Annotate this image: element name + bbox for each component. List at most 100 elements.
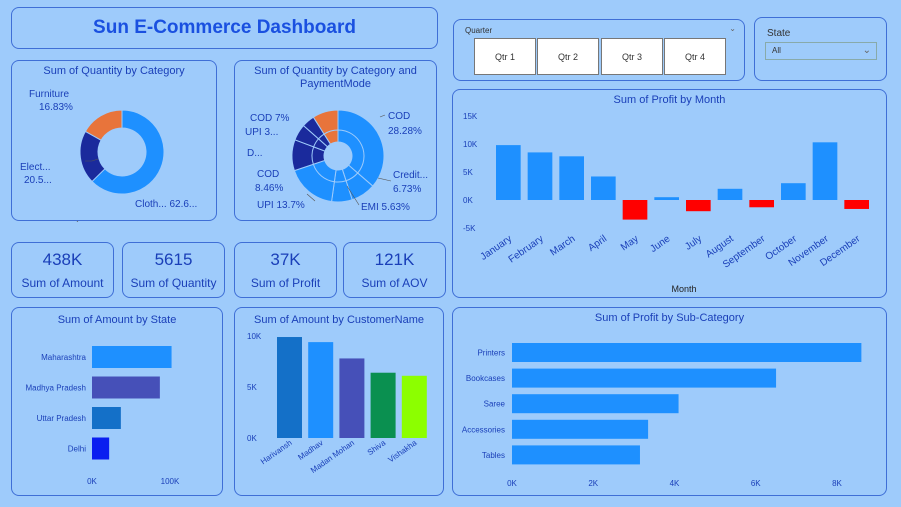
- quarter-option-qtr4[interactable]: Qtr 4: [664, 38, 726, 75]
- quarter-option-qtr2[interactable]: Qtr 2: [537, 38, 599, 75]
- state-slicer-label: State: [767, 28, 791, 39]
- bar-march[interactable]: [559, 156, 584, 200]
- kpi-value: 37K: [270, 250, 301, 269]
- bar-madhav[interactable]: [308, 342, 334, 438]
- quarter-slicer: Quarter ⌄ Qtr 1 Qtr 2 Qtr 3 Qtr 4: [453, 19, 745, 81]
- label-cod-right: COD: [388, 111, 410, 122]
- bar-delhi[interactable]: [92, 437, 110, 460]
- x-tick-label: 0K: [87, 477, 97, 486]
- label-furniture-pct: 16.83%: [39, 102, 73, 113]
- quantity-by-category-paymentmode-chart: Sum of Quantity by Category and PaymentM…: [234, 60, 437, 221]
- x-tick-label: June: [648, 233, 672, 255]
- bar-chart-svg: Printers Bookcases Saree Accessories Tables 0…: [462, 343, 862, 488]
- y-tick-label: Uttar Pradesh: [37, 414, 86, 423]
- y-tick-label: Bookcases: [466, 374, 505, 383]
- kpi-label: Sum of Amount: [21, 276, 104, 290]
- profit-by-subcategory-chart: Sum of Profit by Sub-Category Printers Bo…: [452, 307, 887, 496]
- y-tick-label: 15K: [463, 112, 478, 121]
- kpi-card-amount: 438K Sum of Amount: [11, 242, 114, 298]
- state-dropdown-value: All: [772, 46, 781, 55]
- x-tick-label: 100K: [161, 477, 180, 486]
- donut-svg: Furniture 16.83% Elect... 20.5... Cloth.…: [20, 89, 197, 222]
- bar-august[interactable]: [717, 188, 743, 200]
- bar-february[interactable]: [527, 152, 553, 200]
- amount-by-state-chart: Sum of Amount by State Maharashtra Madhya…: [11, 307, 223, 496]
- label-electronics: Elect...: [20, 162, 51, 173]
- title-card: Sun E-Commerce Dashboard: [11, 7, 438, 49]
- label-electronics-pct: 20.5...: [24, 175, 52, 186]
- quarter-option-qtr3[interactable]: Qtr 3: [601, 38, 663, 75]
- bar-uttar-pradesh[interactable]: [92, 407, 121, 429]
- x-tick-label: Vishakha: [386, 438, 418, 464]
- bar-october[interactable]: [781, 183, 806, 200]
- bar-november[interactable]: [812, 142, 838, 200]
- y-tick-label: Maharashtra: [41, 353, 86, 362]
- profit-by-month-chart: Sum of Profit by Month 15K 10K 5K 0K -5K Janu…: [452, 89, 887, 298]
- bar-chart-svg: 10K5K0K Harivansh MadhavMadan Mohan Shiva Vi…: [247, 332, 427, 475]
- x-tick-label: March: [548, 233, 577, 258]
- bar-harivansh[interactable]: [277, 337, 302, 438]
- bar-madhya-pradesh[interactable]: [92, 376, 160, 399]
- x-tick-label: 8K: [832, 479, 842, 488]
- y-tick-label: Delhi: [68, 445, 86, 454]
- label-upi-3: UPI 3...: [245, 127, 278, 138]
- label-furniture: Furniture: [29, 89, 69, 100]
- x-tick-label: Harivansh: [259, 438, 294, 466]
- y-tick-label: 0K: [247, 434, 257, 443]
- bar-june[interactable]: [654, 197, 679, 200]
- state-dropdown[interactable]: All ⌄: [765, 42, 877, 60]
- label-credit-pct: 6.73%: [393, 184, 421, 195]
- label-emi: EMI 5.63%: [361, 202, 410, 213]
- label-credit: Credit...: [393, 170, 428, 181]
- y-tick-label: 0K: [463, 196, 473, 205]
- y-tick-label: 10K: [247, 332, 262, 341]
- bar-december[interactable]: [844, 200, 869, 209]
- bar-bookcases[interactable]: [512, 368, 777, 388]
- amount-by-customer-chart: Sum of Amount by CustomerName 10K 5K 0K Har…: [234, 307, 444, 496]
- kpi-value: 121K: [374, 250, 415, 269]
- kpi-label: Sum of AOV: [361, 276, 428, 290]
- chevron-down-icon: ⌄: [862, 45, 871, 56]
- quarter-slicer-label: Quarter: [465, 26, 493, 35]
- bar-madan-mohan[interactable]: [339, 358, 365, 438]
- bar-shiva[interactable]: [370, 372, 396, 438]
- kpi-label: Sum of Profit: [250, 276, 321, 290]
- bar-april[interactable]: [591, 176, 616, 200]
- y-tick-label: 5K: [247, 383, 257, 392]
- label-d: D...: [247, 148, 263, 159]
- bar-saree[interactable]: [512, 394, 679, 414]
- x-tick-label: July: [683, 233, 704, 252]
- x-tick-label: May: [619, 233, 641, 253]
- kpi-card-quantity: 5615 Sum of Quantity: [122, 242, 225, 298]
- y-tick-label: Saree: [484, 400, 506, 409]
- y-tick-label: 10K: [463, 140, 478, 149]
- bar-september[interactable]: [749, 200, 774, 208]
- kpi-value: 5615: [154, 250, 193, 269]
- x-tick-label: 0K: [507, 479, 517, 488]
- x-tick-label: 6K: [751, 479, 761, 488]
- x-tick-label: 4K: [670, 479, 680, 488]
- kpi-label: Sum of Quantity: [130, 276, 217, 290]
- bar-july[interactable]: [686, 200, 711, 212]
- y-tick-label: Tables: [482, 451, 505, 460]
- label-cod-7: COD 7%: [250, 113, 290, 124]
- x-tick-label: April: [586, 233, 609, 253]
- donut-svg: COD 7% UPI 3... D... COD 8.46% UPI 13.7%…: [245, 109, 428, 213]
- bar-january[interactable]: [496, 145, 521, 200]
- bar-maharashtra[interactable]: [92, 346, 172, 368]
- y-tick-label: Madhya Pradesh: [26, 384, 86, 393]
- bar-chart-svg: Maharashtra Madhya Pradesh Uttar Pradesh De…: [26, 346, 180, 486]
- x-tick-label: 2K: [588, 479, 598, 488]
- bar-may[interactable]: [622, 200, 648, 220]
- bar-printers[interactable]: [512, 343, 862, 362]
- y-tick-label: Accessories: [462, 425, 505, 434]
- bar-vishakha[interactable]: [401, 375, 427, 438]
- y-tick-label: -5K: [463, 224, 476, 233]
- chevron-down-icon[interactable]: ⌄: [729, 24, 736, 33]
- label-clothing: Cloth... 62.6...: [135, 199, 197, 210]
- y-tick-label: Printers: [477, 349, 505, 358]
- kpi-card-aov: 121K Sum of AOV: [343, 242, 446, 298]
- bar-accessories[interactable]: [512, 419, 649, 439]
- quarter-option-qtr1[interactable]: Qtr 1: [474, 38, 536, 75]
- bar-tables[interactable]: [512, 445, 640, 465]
